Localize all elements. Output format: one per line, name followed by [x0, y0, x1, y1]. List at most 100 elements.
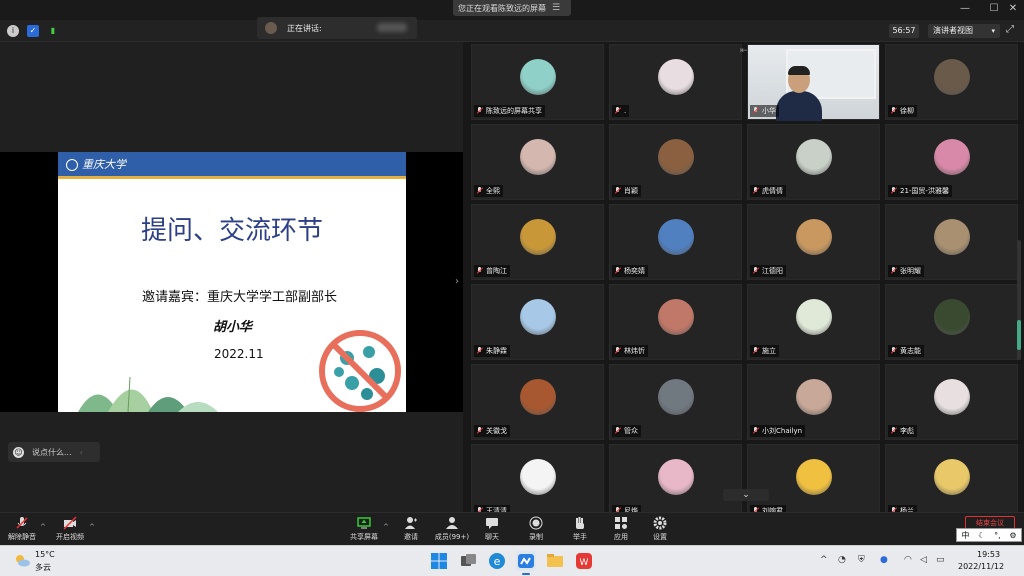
participant-tile[interactable]: 小刘Chailyn	[747, 364, 880, 440]
chevron-left-icon[interactable]: ‹	[80, 448, 83, 457]
participant-tile[interactable]: 施立	[747, 284, 880, 360]
scroll-down-button[interactable]: ⌄	[723, 489, 769, 501]
chat-input[interactable]: ☺ 说点什么... ‹	[8, 442, 100, 462]
moon-icon[interactable]: ☾	[978, 531, 985, 540]
record-icon	[529, 516, 543, 530]
participant-avatar	[658, 299, 694, 335]
gear-icon[interactable]: ⚙	[1009, 531, 1016, 540]
participant-tile[interactable]: 徐柳	[885, 44, 1018, 120]
apps-button[interactable]: 应用	[599, 516, 643, 546]
settings-label: 设置	[653, 533, 667, 541]
audio-options-chevron-icon[interactable]: ^	[40, 523, 46, 531]
partly-cloudy-icon	[16, 555, 30, 567]
participant-tile[interactable]: 尼烨	[609, 444, 742, 512]
participant-avatar	[520, 219, 556, 255]
tray-overflow-chevron-icon[interactable]: ^	[820, 555, 828, 565]
participant-avatar	[520, 299, 556, 335]
invite-button[interactable]: 邀请	[389, 516, 433, 546]
microphone-muted-icon	[614, 187, 622, 195]
signal-icon[interactable]: ▮	[47, 25, 59, 37]
microphone-muted-icon	[614, 107, 622, 115]
participant-label: 陈致远的屏幕共享	[474, 105, 545, 117]
participant-avatar	[796, 379, 832, 415]
participant-tile[interactable]: 李彪	[885, 364, 1018, 440]
task-view-icon[interactable]	[458, 551, 478, 571]
participant-tile[interactable]: 21-国贸-洪雅馨	[885, 124, 1018, 200]
participant-tile[interactable]: 杨兰	[885, 444, 1018, 512]
raise-hand-button[interactable]: 举手	[558, 516, 602, 546]
weather-description[interactable]: 多云	[35, 562, 51, 573]
participant-tile[interactable]: 全熙	[471, 124, 604, 200]
ime-toolbar[interactable]: 中 ☾ °, ⚙	[956, 528, 1022, 542]
wifi-icon[interactable]: ◠	[904, 555, 912, 565]
shield-icon[interactable]: ⛨	[858, 555, 865, 565]
participant-tile[interactable]: 黄志能	[885, 284, 1018, 360]
participant-label: 朱静霖	[474, 345, 510, 357]
participant-tile[interactable]: 江德阳	[747, 204, 880, 280]
wps-office-icon[interactable]: W	[574, 551, 594, 571]
participant-name: 施立	[762, 347, 776, 355]
participant-tile[interactable]: 王清清	[471, 444, 604, 512]
windows-start-icon[interactable]	[429, 551, 449, 571]
chevron-right-icon[interactable]: ›	[455, 276, 459, 287]
participant-tile[interactable]: 小华	[747, 44, 880, 121]
participant-tile[interactable]: 管众	[609, 364, 742, 440]
ime-mode[interactable]: 中	[961, 530, 969, 541]
participant-tile[interactable]: .	[609, 44, 742, 120]
hand-icon	[576, 517, 584, 529]
punctuation-icon[interactable]: °,	[994, 531, 1001, 540]
participant-avatar	[520, 59, 556, 95]
share-status-banner[interactable]: 您正在观看陈致远的屏幕 ☰	[453, 0, 571, 16]
battery-icon[interactable]: ▭	[936, 555, 945, 565]
info-icon[interactable]: i	[7, 25, 19, 37]
tray-app-icon[interactable]: ◔	[838, 555, 846, 565]
participant-tile[interactable]: 关徽戈	[471, 364, 604, 440]
close-icon[interactable]: ✕	[1006, 3, 1020, 14]
collapse-icon[interactable]: ⇤	[740, 46, 748, 56]
microphone-muted-icon	[752, 347, 760, 355]
share-options-chevron-icon[interactable]: ^	[383, 523, 389, 531]
participant-avatar	[520, 139, 556, 175]
participant-tile[interactable]: 刘婉君	[747, 444, 880, 512]
record-button[interactable]: 录制	[514, 516, 558, 546]
unmute-button[interactable]: 解除静音	[0, 516, 44, 546]
volume-meter-fill	[1017, 320, 1021, 350]
speaker-icon[interactable]: ◁	[920, 555, 927, 565]
maximize-icon[interactable]: ☐	[987, 3, 1001, 14]
person-icon	[890, 107, 898, 115]
emoji-icon[interactable]: ☺	[13, 446, 24, 458]
participant-tile[interactable]: 张明耀	[885, 204, 1018, 280]
file-explorer-icon[interactable]	[545, 551, 565, 571]
members-button[interactable]: 成员(99+)	[430, 516, 474, 546]
clock-time[interactable]: 19:53	[977, 550, 1000, 559]
microphone-muted-icon	[614, 267, 622, 275]
shield-icon[interactable]: ✓	[27, 25, 39, 37]
chat-button[interactable]: 聊天	[470, 516, 514, 546]
minimize-icon[interactable]: —	[958, 3, 972, 14]
participant-label: 21-国贸-洪雅馨	[888, 185, 952, 197]
participant-tile[interactable]: 陈致远的屏幕共享	[471, 44, 604, 120]
fullscreen-icon[interactable]: ⤢	[1006, 24, 1014, 35]
menu-icon[interactable]: ☰	[552, 3, 560, 13]
settings-button[interactable]: 设置	[638, 516, 682, 546]
participant-avatar	[520, 379, 556, 415]
participant-tile[interactable]: 曾陶江	[471, 204, 604, 280]
participant-avatar	[658, 379, 694, 415]
view-mode-dropdown[interactable]: 演讲者视图 ▾	[928, 24, 1000, 38]
start-video-button[interactable]: 开启视频	[48, 516, 92, 546]
participant-tile[interactable]: 肖颖	[609, 124, 742, 200]
participant-name: 小刘Chailyn	[762, 427, 803, 435]
participant-tile[interactable]: 朱静霖	[471, 284, 604, 360]
participant-tile[interactable]: 杨奕婧	[609, 204, 742, 280]
participant-tile[interactable]: 虎倩倩	[747, 124, 880, 200]
edge-browser-icon[interactable]: e	[487, 551, 507, 571]
weather-temperature[interactable]: 15°C	[35, 550, 55, 559]
share-screen-button[interactable]: 共享屏幕	[342, 516, 386, 546]
video-options-chevron-icon[interactable]: ^	[89, 523, 95, 531]
participant-tile[interactable]: 林炜忻	[609, 284, 742, 360]
clock-date[interactable]: 2022/11/12	[958, 562, 1004, 571]
screen-share-icon	[476, 107, 484, 115]
add-user-icon	[405, 517, 417, 529]
tray-app-icon[interactable]: ●	[880, 555, 888, 565]
tencent-meeting-icon[interactable]	[516, 551, 536, 575]
